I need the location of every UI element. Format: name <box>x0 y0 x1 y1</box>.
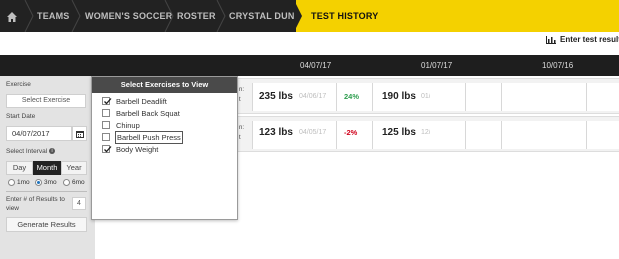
num-results-input[interactable]: 4 <box>72 197 86 210</box>
breadcrumb-roster[interactable]: ROSTER <box>177 0 216 32</box>
result-value: 235 lbs <box>259 91 293 102</box>
breadcrumb-womens-soccer[interactable]: WOMEN'S SOCCER <box>85 0 172 32</box>
calendar-icon <box>76 131 84 138</box>
truncated-text: t <box>239 97 241 103</box>
info-icon: i <box>49 148 55 155</box>
chevron-right-icon <box>71 0 81 32</box>
divider <box>6 191 87 192</box>
chevron-right-icon <box>164 0 174 32</box>
date-column-header: 10/07/16 <box>542 61 574 70</box>
start-date-input[interactable]: 04/07/2017 <box>6 126 72 141</box>
change-percent: 24% <box>344 92 360 101</box>
radio-selected-icon <box>35 179 42 186</box>
chevron-right-icon <box>294 0 304 32</box>
change-percent: -2% <box>344 128 358 137</box>
previous-date: 04/06/17 <box>299 93 327 100</box>
result-value: 125 lbs <box>382 127 416 138</box>
chevron-right-icon <box>24 0 34 32</box>
breadcrumb-crystal-dunn[interactable]: CRYSTAL DUNN <box>229 0 301 32</box>
date-column-header: 01/07/17 <box>421 61 453 70</box>
exercise-dropdown: Select Exercises to View Barbell Deadlif… <box>91 76 238 220</box>
radio-icon <box>63 179 70 186</box>
range-3mo-label: 3mo <box>44 179 57 186</box>
filter-panel: Exercise Select Exercise Start Date 04/0… <box>0 76 95 259</box>
checkbox-icon <box>102 121 110 129</box>
dropdown-title: Select Exercises to View <box>92 77 237 93</box>
divider <box>586 83 587 111</box>
option-label: Barbell Push Press <box>115 131 183 144</box>
previous-date: 04/05/17 <box>299 129 327 136</box>
range-3mo-radio[interactable]: 3mo <box>35 178 62 188</box>
exercise-select[interactable]: Select Exercise <box>6 94 86 108</box>
divider <box>252 83 253 111</box>
enter-test-results-label: Enter test results <box>560 35 619 44</box>
chevron-right-icon <box>216 0 226 32</box>
interval-month-button[interactable]: Month <box>33 161 61 175</box>
breadcrumb: TEAMS WOMEN'S SOCCER ROSTER CRYSTAL DUNN… <box>0 0 619 32</box>
divider <box>372 121 373 149</box>
breadcrumb-test-history: TEST HISTORY <box>311 11 379 21</box>
option-label: Barbell Deadlift <box>116 97 167 106</box>
divider <box>336 121 337 149</box>
radio-icon <box>8 179 15 186</box>
checkbox-icon <box>102 133 110 141</box>
num-results-label: Enter # of Results to view <box>6 196 65 212</box>
option-label: Barbell Back Squat <box>116 109 180 118</box>
interval-day-button[interactable]: Day <box>6 161 33 175</box>
interval-label: Select Interval i <box>6 148 55 155</box>
truncated-text: n: <box>239 87 245 93</box>
range-6mo-radio[interactable]: 6mo <box>63 178 90 188</box>
result-cell <box>430 121 619 149</box>
divider <box>586 121 587 149</box>
result-value: 123 lbs <box>259 127 293 138</box>
divider <box>465 121 466 149</box>
interval-year-button[interactable]: Year <box>61 161 87 175</box>
home-icon[interactable] <box>6 10 18 22</box>
result-value: 190 lbs <box>382 91 416 102</box>
generate-results-button[interactable]: Generate Results <box>6 217 87 232</box>
range-6mo-label: 6mo <box>72 179 85 186</box>
checkbox-icon <box>102 109 110 117</box>
bar-chart-icon <box>546 36 556 44</box>
truncated-text: t <box>239 135 241 141</box>
checkbox-checked-icon <box>102 97 112 105</box>
divider <box>252 121 253 149</box>
breadcrumb-teams[interactable]: TEAMS <box>37 0 70 32</box>
calendar-button[interactable] <box>72 126 87 141</box>
range-1mo-label: 1mo <box>17 179 30 186</box>
divider <box>501 121 502 149</box>
divider <box>501 83 502 111</box>
truncated-text: n: <box>239 125 245 131</box>
date-header: 04/07/17 01/07/17 10/07/16 <box>0 55 619 76</box>
interval-label-text: Select Interval <box>6 148 48 155</box>
option-label: Body Weight <box>116 145 159 154</box>
range-1mo-radio[interactable]: 1mo <box>8 178 34 188</box>
divider <box>336 83 337 111</box>
date-column-header: 04/07/17 <box>300 61 332 70</box>
exercise-select-value: Select Exercise <box>21 97 71 104</box>
divider <box>372 83 373 111</box>
checkbox-checked-icon <box>102 145 112 153</box>
result-cell <box>430 83 619 111</box>
exercise-label: Exercise <box>6 81 31 88</box>
option-label: Chinup <box>116 121 140 130</box>
divider <box>465 83 466 111</box>
start-date-label: Start Date <box>6 113 36 120</box>
